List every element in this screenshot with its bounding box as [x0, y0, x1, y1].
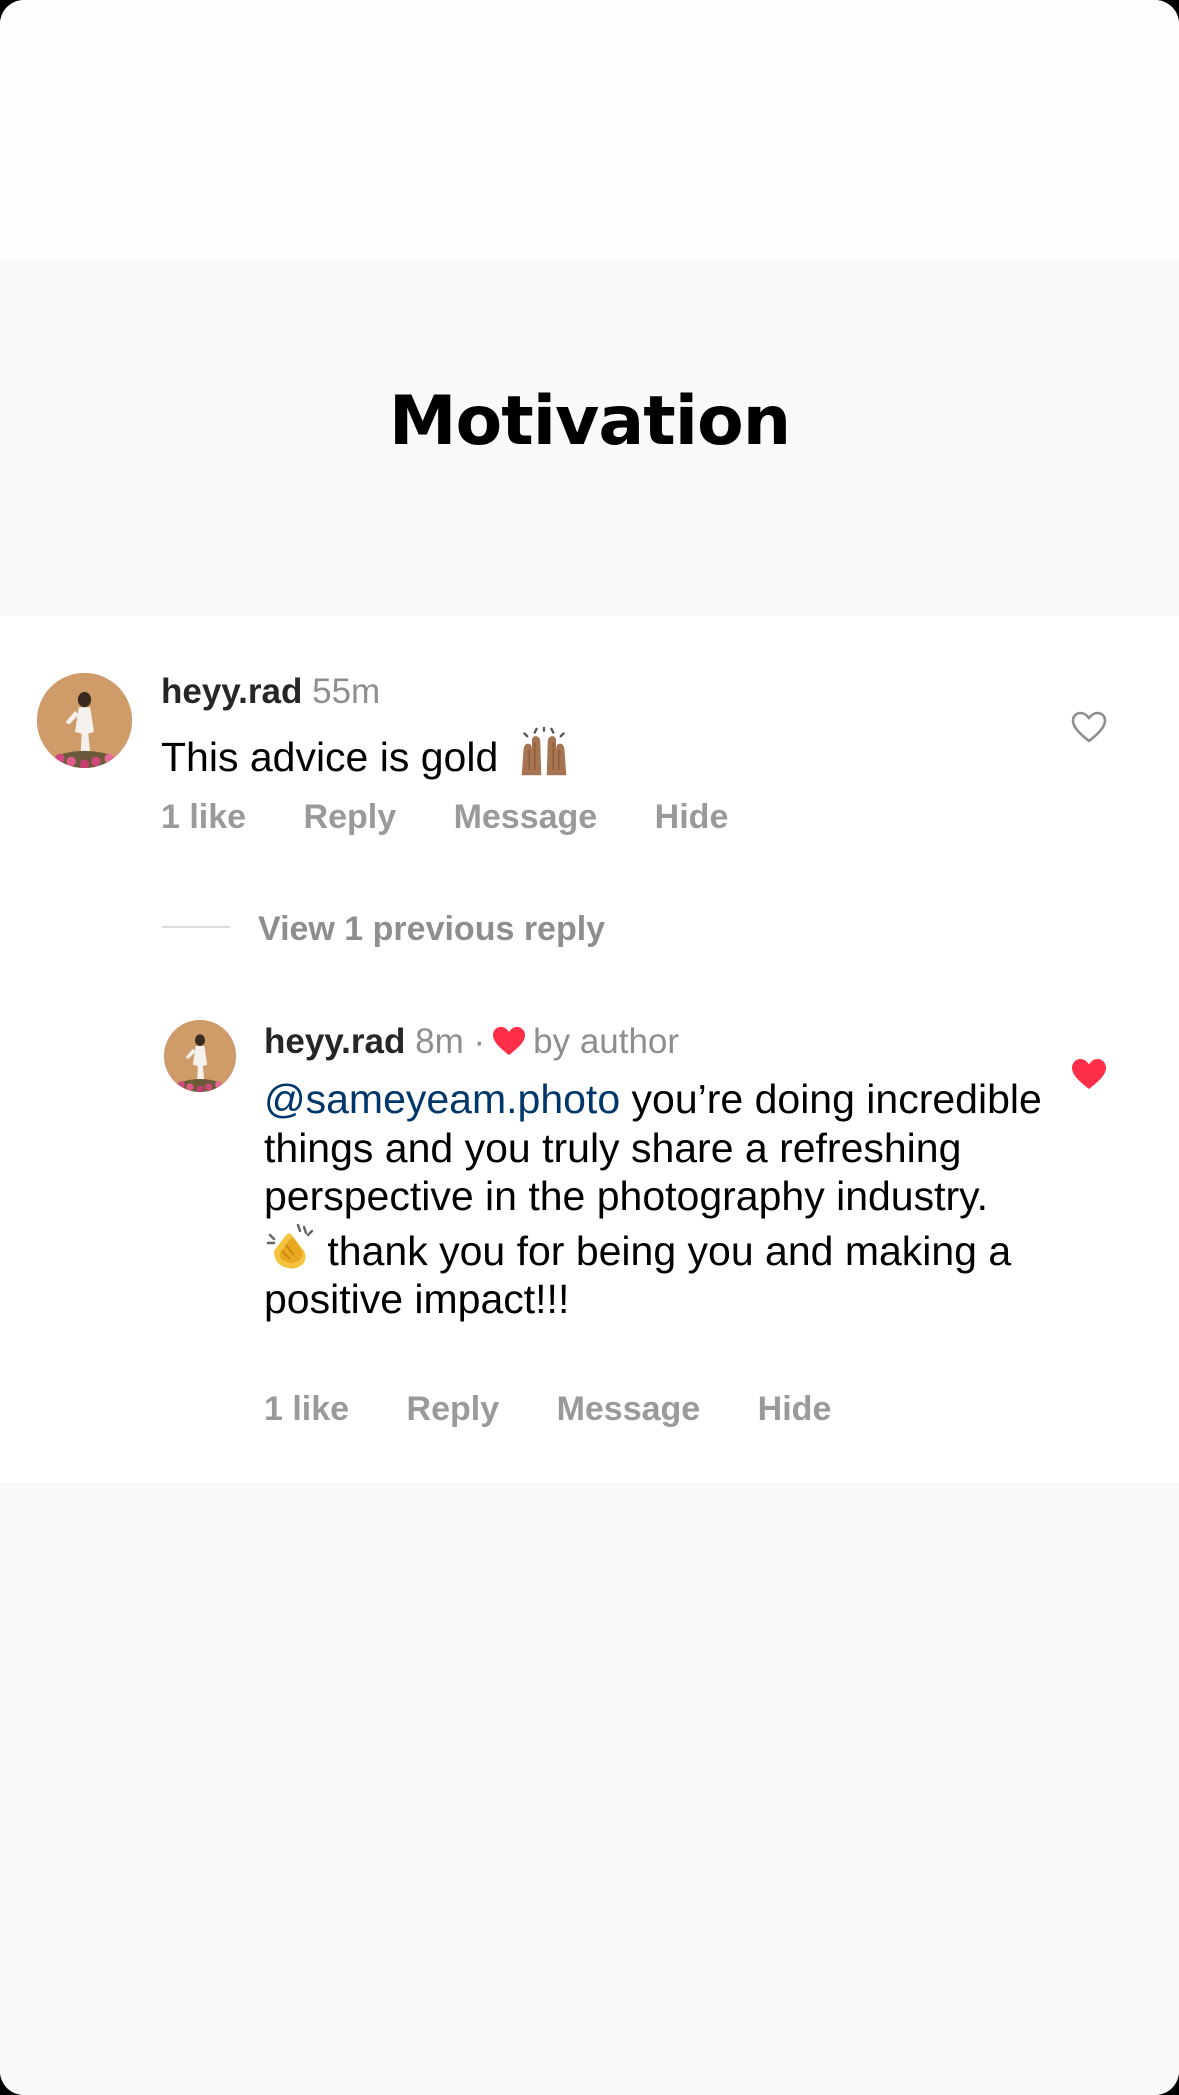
- avatar[interactable]: [164, 1020, 236, 1092]
- heart-filled-icon[interactable]: [1070, 1057, 1108, 1091]
- by-author-label: by author: [533, 1022, 680, 1061]
- comment-body: This advice is gold: [161, 734, 499, 780]
- reply-body-part2: thank you for being you and making a pos…: [264, 1227, 1012, 1323]
- meta-separator: ·: [473, 1022, 486, 1061]
- like-count[interactable]: 1 like: [161, 798, 246, 836]
- bottom-blank-area: [0, 1482, 1179, 2095]
- clapping-hands-emoji: [264, 1221, 316, 1273]
- comment-text: This advice is gold: [161, 727, 572, 779]
- comment-header: heyy.rad 55m: [161, 674, 380, 709]
- hide-button[interactable]: Hide: [655, 798, 729, 836]
- reply-actions: 1 like Reply Message Hide: [264, 1392, 879, 1426]
- like-count[interactable]: 1 like: [264, 1390, 349, 1428]
- reply-time: 8m: [415, 1022, 464, 1061]
- comment-actions: 1 like Reply Message Hide: [161, 800, 776, 834]
- message-button[interactable]: Message: [557, 1390, 701, 1428]
- mention-link[interactable]: @sameyeam.photo: [264, 1076, 620, 1122]
- reply-username[interactable]: heyy.rad: [264, 1022, 405, 1061]
- hide-button[interactable]: Hide: [758, 1390, 832, 1428]
- avatar[interactable]: [37, 673, 132, 768]
- view-previous-replies[interactable]: View 1 previous reply: [258, 912, 605, 946]
- reply-button[interactable]: Reply: [407, 1390, 500, 1428]
- reply-button[interactable]: Reply: [304, 798, 397, 836]
- top-blank-area: [0, 0, 1179, 262]
- comment-time: 55m: [312, 672, 381, 711]
- liked-by-author-heart-icon: [491, 1025, 527, 1057]
- heart-outline-icon[interactable]: [1070, 710, 1108, 744]
- card-title: Motivation: [388, 382, 791, 461]
- screen: Motivation heyy.rad 55m This advice is g…: [0, 0, 1179, 2095]
- reply-text: @sameyeam.photo you’re doing incredible …: [264, 1075, 1044, 1324]
- comment-username[interactable]: heyy.rad: [161, 672, 302, 711]
- reply-header: heyy.rad 8m · by author: [264, 1024, 679, 1059]
- raising-hands-emoji: [516, 727, 572, 779]
- thread-divider: [162, 926, 230, 928]
- message-button[interactable]: Message: [454, 798, 598, 836]
